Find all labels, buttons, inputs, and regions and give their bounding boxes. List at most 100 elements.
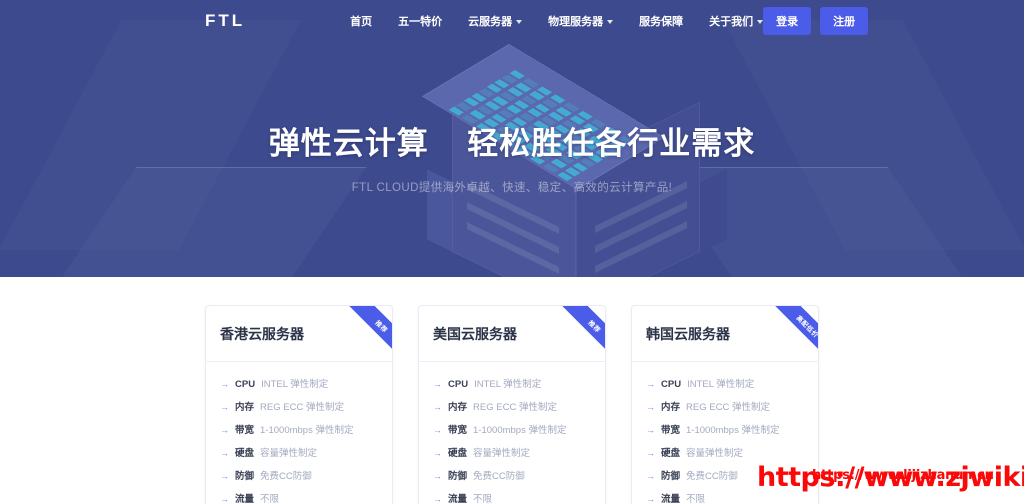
- hero-text-block: 弹性云计算 轻松胜任各行业需求 FTL CLOUD提供海外卓越、快速、稳定、高效…: [0, 118, 1024, 195]
- ribbon-label: 推荐: [343, 306, 392, 364]
- chevron-down-icon: [607, 19, 614, 24]
- register-button[interactable]: 注册: [820, 7, 869, 35]
- arrow-right-icon: →: [646, 402, 655, 412]
- chevron-down-icon: [516, 19, 523, 24]
- feature-value: 容量弹性制定: [260, 448, 318, 459]
- arrow-right-icon: →: [220, 471, 229, 481]
- arrow-right-icon: →: [433, 425, 442, 435]
- arrow-right-icon: →: [220, 494, 229, 504]
- feature-key: 防御: [661, 471, 681, 482]
- feature-key: 带宽: [448, 425, 468, 436]
- feature-item-traffic: → 流量 不限: [220, 491, 378, 504]
- login-button[interactable]: 登录: [763, 7, 812, 35]
- nav-item-service-guarantee[interactable]: 服务保障: [639, 13, 683, 29]
- feature-value: 1-1000mbps 弹性制定: [686, 425, 780, 436]
- card-title: 美国云服务器: [433, 325, 517, 342]
- feature-key: 内存: [235, 402, 255, 413]
- feature-value: 免费CC防御: [473, 471, 525, 482]
- nav-item-about-us[interactable]: 关于我们: [709, 13, 764, 29]
- page-root: 弹性云计算 轻松胜任各行业需求 FTL CLOUD提供海外卓越、快速、稳定、高效…: [0, 0, 1024, 504]
- feature-key: 流量: [448, 494, 468, 504]
- feature-key: CPU: [448, 379, 469, 390]
- feature-item-disk: → 硬盘 容量弹性制定: [220, 445, 378, 459]
- feature-value: 容量弹性制定: [686, 448, 744, 459]
- arrow-right-icon: →: [646, 425, 655, 435]
- nav-item-label: 云服务器: [468, 16, 513, 28]
- arrow-right-icon: →: [433, 379, 442, 389]
- arrow-right-icon: →: [433, 494, 442, 504]
- feature-item-cpu: → CPU INTEL 弹性制定: [220, 376, 378, 390]
- arrow-right-icon: →: [433, 402, 442, 412]
- feature-key: 带宽: [235, 425, 255, 436]
- feature-key: 防御: [448, 471, 468, 482]
- feature-key: 防御: [235, 471, 255, 482]
- site-logo[interactable]: FTL: [205, 11, 245, 31]
- arrow-right-icon: →: [220, 402, 229, 412]
- feature-item-bandwidth: → 带宽 1-1000mbps 弹性制定: [220, 422, 378, 436]
- hero-title: 弹性云计算 轻松胜任各行业需求: [268, 126, 756, 161]
- nav-links: 首页 五一特价 云服务器 物理服务器 服务保障 关于我们: [350, 13, 764, 29]
- card-ribbon-badge: 高配低价: [760, 306, 818, 364]
- feature-item-cpu: → CPU INTEL 弹性制定: [433, 376, 591, 390]
- feature-item-bandwidth: → 带宽 1-1000mbps 弹性制定: [646, 422, 804, 436]
- nav-actions: 登录 注册: [763, 7, 869, 35]
- ribbon-label: 高配低价: [769, 306, 818, 364]
- arrow-right-icon: →: [220, 379, 229, 389]
- feature-value: 容量弹性制定: [473, 448, 531, 459]
- feature-item-memory: → 内存 REG ECC 弹性制定: [433, 399, 591, 413]
- product-card-usa[interactable]: 美国云服务器 推荐 → CPU INTEL 弹性制定 → 内存 REG ECC …: [418, 305, 606, 504]
- card-ribbon-badge: 推荐: [547, 306, 605, 364]
- arrow-right-icon: →: [646, 494, 655, 504]
- nav-item-physical-server[interactable]: 物理服务器: [548, 13, 614, 29]
- feature-item-traffic: → 流量 不限: [433, 491, 591, 504]
- card-title: 韩国云服务器: [646, 325, 730, 342]
- feature-item-defense: → 防御 免费CC防御: [433, 468, 591, 482]
- arrow-right-icon: →: [646, 471, 655, 481]
- feature-value: REG ECC 弹性制定: [473, 402, 557, 413]
- feature-value: 1-1000mbps 弹性制定: [260, 425, 354, 436]
- arrow-right-icon: →: [220, 425, 229, 435]
- feature-key: 流量: [661, 494, 681, 504]
- feature-value: REG ECC 弹性制定: [686, 402, 770, 413]
- top-navigation-bar: FTL 首页 五一特价 云服务器 物理服务器 服务保障 关于我们 登录 注册: [0, 0, 1024, 42]
- nav-item-home[interactable]: 首页: [350, 13, 372, 29]
- feature-key: 流量: [235, 494, 255, 504]
- arrow-right-icon: →: [433, 471, 442, 481]
- feature-item-memory: → 内存 REG ECC 弹性制定: [646, 399, 804, 413]
- nav-item-label: 关于我们: [709, 16, 754, 28]
- feature-key: 带宽: [661, 425, 681, 436]
- card-feature-list: → CPU INTEL 弹性制定 → 内存 REG ECC 弹性制定 → 带宽 …: [419, 362, 605, 504]
- feature-item-memory: → 内存 REG ECC 弹性制定: [220, 399, 378, 413]
- feature-key: 硬盘: [235, 448, 255, 459]
- feature-key: CPU: [661, 379, 682, 390]
- feature-value: 不限: [473, 494, 493, 504]
- card-title: 香港云服务器: [220, 325, 304, 342]
- feature-value: REG ECC 弹性制定: [260, 402, 344, 413]
- product-card-hongkong[interactable]: 香港云服务器 推荐 → CPU INTEL 弹性制定 → 内存 REG ECC …: [205, 305, 393, 504]
- nav-item-may-day-special[interactable]: 五一特价: [398, 13, 442, 29]
- arrow-right-icon: →: [220, 448, 229, 458]
- nav-item-label: 物理服务器: [548, 16, 604, 28]
- feature-key: 硬盘: [661, 448, 681, 459]
- feature-key: 内存: [448, 402, 468, 413]
- feature-value: 不限: [686, 494, 706, 504]
- arrow-right-icon: →: [646, 379, 655, 389]
- feature-value: INTEL 弹性制定: [474, 379, 542, 390]
- feature-value: 1-1000mbps 弹性制定: [473, 425, 567, 436]
- feature-item-bandwidth: → 带宽 1-1000mbps 弹性制定: [433, 422, 591, 436]
- nav-item-label: 服务保障: [639, 16, 684, 28]
- feature-value: INTEL 弹性制定: [687, 379, 755, 390]
- watermark-secondary: https://www.lijizhanun.cn: [812, 468, 994, 483]
- arrow-right-icon: →: [433, 448, 442, 458]
- nav-item-cloud-server[interactable]: 云服务器: [468, 13, 523, 29]
- card-ribbon-badge: 推荐: [334, 306, 392, 364]
- feature-item-disk: → 硬盘 容量弹性制定: [646, 445, 804, 459]
- feature-value: 不限: [260, 494, 280, 504]
- feature-item-cpu: → CPU INTEL 弹性制定: [646, 376, 804, 390]
- feature-value: 免费CC防御: [686, 471, 738, 482]
- card-feature-list: → CPU INTEL 弹性制定 → 内存 REG ECC 弹性制定 → 带宽 …: [206, 362, 392, 504]
- ribbon-label: 推荐: [556, 306, 605, 364]
- feature-key: CPU: [235, 379, 256, 390]
- nav-item-label: 五一特价: [398, 16, 443, 28]
- feature-item-defense: → 防御 免费CC防御: [220, 468, 378, 482]
